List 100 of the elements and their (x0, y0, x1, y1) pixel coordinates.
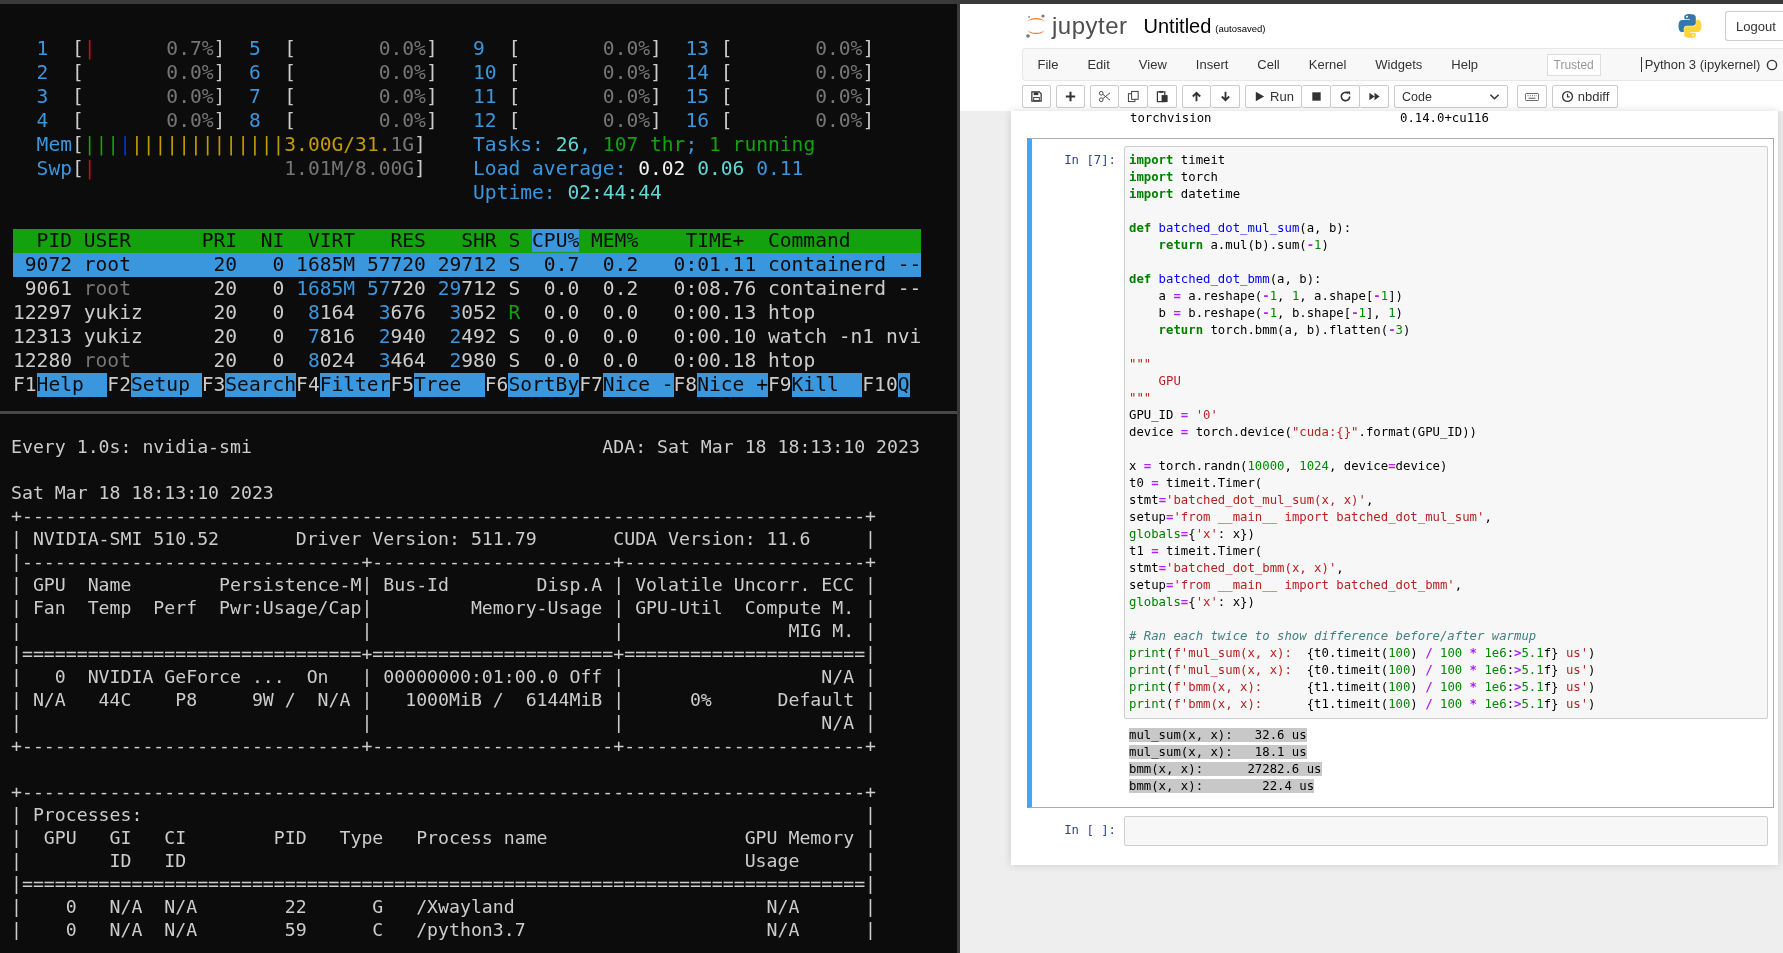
run-button[interactable]: Run (1245, 85, 1302, 108)
code-line: x = torch.randn(10000, 1024, device=device) (1129, 458, 1449, 475)
save-button[interactable] (1022, 85, 1051, 108)
process-row[interactable]: 9061 root 20 0 1685M 57720 29712 S 0.0 0.2 0:08.76 containerd -- (13, 277, 922, 301)
menu-item[interactable]: Cell (1242, 57, 1295, 72)
move-down-button[interactable] (1211, 85, 1240, 108)
cell-type-select[interactable]: Code (1394, 85, 1508, 108)
terminal-line: | ID ID Usage | (11, 849, 878, 872)
terminal-line: ADA: Sat Mar 18 18:13:10 2023 (602, 435, 920, 458)
terminal-line: | GPU Name Persistence-M| Bus-Id Disp.A | Volatile Uncorr. ECC | (11, 573, 878, 596)
fast-forward-icon (1367, 90, 1381, 103)
code-line: def batched_dot_bmm(a, b): (1129, 271, 1323, 288)
terminal-line: Uptime: 02:44:44 (472, 181, 663, 205)
terminal-line: | 0 N/A N/A 59 C /python3.7 N/A | (11, 918, 878, 941)
code-line: """ (1129, 356, 1153, 373)
code-line: import datetime (1129, 186, 1242, 203)
code-line: stmt='batched_dot_mul_sum(x, x)', (1129, 492, 1375, 509)
menu-item[interactable]: Insert (1181, 57, 1243, 72)
code-line: setup='from __main__ import batched_dot_mul_sum', (1129, 509, 1493, 526)
terminal-line: +-----------------------------------------------------------------------------+ (11, 504, 878, 527)
logout-button[interactable]: Logout (1725, 11, 1783, 41)
nbdiff-button[interactable]: nbdiff (1552, 85, 1618, 108)
notebook-title[interactable]: Untitled (1143, 14, 1212, 38)
output-text: torchvision (1130, 111, 1213, 125)
code-line: b = b.reshape(-1, b.shape[-1], 1) (1157, 305, 1404, 322)
play-icon (1253, 90, 1267, 103)
scissors-icon (1098, 90, 1111, 103)
code-line: device = torch.device("cuda:{}".format(GPU_ID)) (1129, 424, 1478, 441)
code-line: return torch.bmm(a, b).flatten(-3) (1157, 322, 1412, 339)
terminal-line: | NVIDIA-SMI 510.52 Driver Version: 511.79 CUDA Version: 11.6 | (11, 527, 878, 550)
menu-item[interactable]: Edit (1072, 57, 1125, 72)
code-line: print(f'bmm(x, x): {t1.timeit(100) / 100 * 1e6:>5.1f} us') (1129, 696, 1597, 713)
code-line: stmt='batched_dot_bmm(x, x)', (1129, 560, 1345, 577)
function-key[interactable]: F10Q (862, 373, 910, 397)
kernel-name: Python 3 (ipykernel) (1640, 57, 1761, 72)
menu-item[interactable]: Kernel (1294, 57, 1361, 72)
terminal-line: | GPU GI CI PID Type Process name GPU Memory | (11, 826, 878, 849)
kernel-status-icon (1766, 58, 1779, 71)
copy-button[interactable] (1119, 85, 1148, 108)
move-up-button[interactable] (1182, 85, 1211, 108)
terminal-line: |=============================================================================| (11, 872, 878, 895)
table-header: PID USER PRI NI VIRT RES SHR S CPU% MEM% TIME+ Command (13, 229, 922, 253)
terminal-line: | | | MIG M. | (11, 619, 878, 642)
arrow-down-icon (1218, 90, 1232, 103)
clock-icon (1560, 90, 1574, 103)
two-tone-logo-icon (1677, 13, 1703, 39)
code-line: GPU (1157, 373, 1182, 390)
code-line: t1 = timeit.Timer( (1129, 543, 1264, 560)
code-input[interactable] (1124, 816, 1768, 846)
code-line: print(f'mul_sum(x, x): {t0.timeit(100) / 100 * 1e6:>5.1f} us') (1129, 662, 1597, 679)
terminal-line: | Fan Temp Perf Pwr:Usage/Cap| Memory-Usage | GPU-Util Compute M. | (11, 596, 878, 619)
code-line: t0 = timeit.Timer( (1129, 475, 1264, 492)
save-status: (autosaved) (1215, 23, 1266, 34)
terminal-line: 1 [| 0.7%] 5 [ 0.0%] 9 [ 0.0%] 13 [ 0.0%] (35, 37, 876, 61)
terminal-line: Every 1.0s: nvidia-smi (11, 435, 252, 458)
output-text: 0.14.0+cu116 (1400, 111, 1489, 125)
terminal-line: |-------------------------------+----------------------+----------------------+ (11, 550, 878, 573)
menu-item[interactable]: View (1124, 57, 1182, 72)
terminal-line: Swp[| 1.01M/8.00G] Load average: 0.02 0.06 0.11 (35, 157, 805, 181)
code-line: import timeit (1129, 152, 1227, 169)
code-line: return a.mul(b).sum(-1) (1157, 237, 1330, 254)
code-line: print(f'mul_sum(x, x): {t0.timeit(100) / 100 * 1e6:>5.1f} us') (1129, 645, 1597, 662)
menu-item[interactable]: Widgets (1360, 57, 1437, 72)
stop-button[interactable] (1302, 85, 1331, 108)
process-row[interactable]: 12297 yukiz 20 0 8164 3676 3052 R 0.0 0.0 0:00.13 htop (13, 301, 922, 325)
menu-item[interactable]: Help (1436, 57, 1493, 72)
add-cell-button[interactable] (1056, 85, 1085, 108)
terminal-line: |===============================+======================+======================| (11, 642, 878, 665)
code-line: setup='from __main__ import batched_dot_bmm', (1129, 577, 1464, 594)
copy-icon (1126, 90, 1140, 103)
logo-icon[interactable] (1025, 13, 1047, 39)
process-row[interactable]: 9072 root 20 0 1685M 57720 29712 S 0.7 0.2 0:01.11 containerd -- (13, 253, 922, 277)
cell-prompt: In [ ]: (1064, 822, 1116, 839)
cell-prompt: In [7]: (1064, 152, 1116, 169)
terminal-line: | Processes: | (11, 803, 878, 826)
terminal-line: | N/A 44C P8 9W / N/A | 1000MiB / 6144MiB | 0% Default | (11, 688, 878, 711)
code-line: print(f'bmm(x, x): {t1.timeit(100) / 100 * 1e6:>5.1f} us') (1129, 679, 1597, 696)
menu-item[interactable]: File (1023, 57, 1073, 72)
terminal-line: 3 [ 0.0%] 7 [ 0.0%] 11 [ 0.0%] 15 [ 0.0%] (35, 85, 876, 109)
code-line: globals={'x': x}) (1129, 594, 1256, 611)
run-all-button[interactable] (1360, 85, 1389, 108)
code-line: a = a.reshape(-1, 1, a.shape[-1]) (1157, 288, 1404, 305)
keyboard-icon (1525, 91, 1539, 102)
process-row[interactable]: 12313 yukiz 20 0 7816 2940 2492 S 0.0 0.0 0:00.10 watch -n1 nvi (13, 325, 922, 349)
restart-icon (1338, 90, 1352, 103)
code-line: """ (1129, 390, 1153, 407)
notebook-cell[interactable]: In [ ]: (1027, 812, 1774, 850)
process-row[interactable]: 12280 root 20 0 8024 3464 2980 S 0.0 0.0 0:00.18 htop (13, 349, 922, 373)
restart-button[interactable] (1331, 85, 1360, 108)
code-editor[interactable] (1124, 146, 1768, 719)
code-line: # Ran each twice to show difference before/after warmup (1129, 628, 1538, 645)
code-line: def batched_dot_mul_sum(a, b): (1129, 220, 1353, 237)
keyboard-button[interactable] (1517, 85, 1547, 108)
paste-button[interactable] (1148, 85, 1177, 108)
terminal-line: | 0 NVIDIA GeForce ... On | 00000000:01:00.0 Off | N/A | (11, 665, 878, 688)
caret-icon (1489, 92, 1500, 101)
code-line: globals={'x': x}) (1129, 526, 1256, 543)
terminal-line: | 0 N/A N/A 22 G /Xwayland N/A | (11, 895, 878, 918)
save-icon (1030, 90, 1043, 103)
cut-button[interactable] (1090, 85, 1119, 108)
